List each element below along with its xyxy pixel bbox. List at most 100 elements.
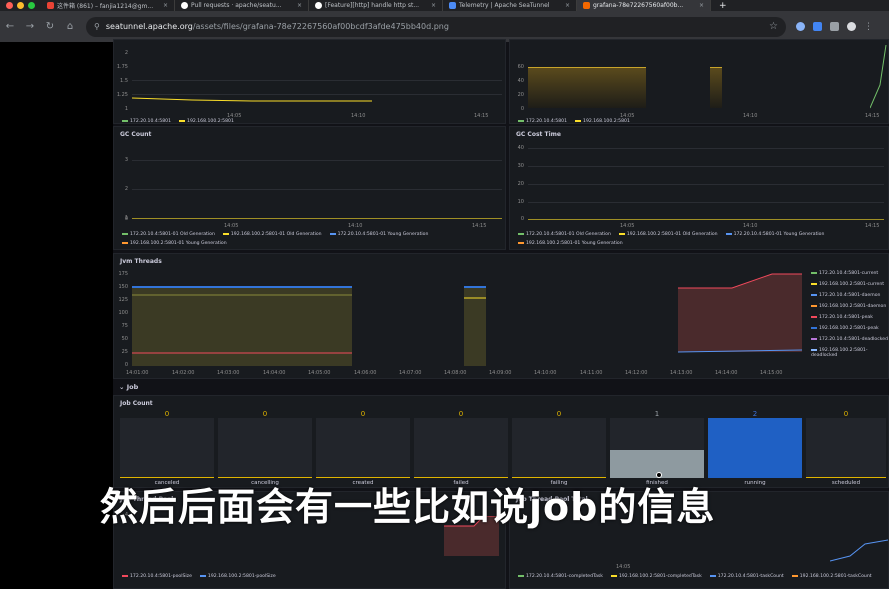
maximize-window-button[interactable] [28,2,35,9]
series-line-yellow [132,218,502,219]
legend-item[interactable]: 192.168.100.2:5801-01 Old Generation [222,232,322,237]
legend-label: 172.20.10.4:5801-deadlocked [819,337,888,342]
x-tick: 14:15 [472,223,487,229]
legend-swatch [811,348,817,351]
legend-item[interactable]: 192.168.100.2:5801 [575,119,630,124]
legend-item[interactable]: 172.20.10.4:5801-taskCount [709,574,784,579]
browser-tab[interactable]: [Feature][http] handle http st... × [309,0,443,11]
legend-item[interactable]: 192.168.100.2:5801-peak [811,326,888,331]
close-window-button[interactable] [6,2,13,9]
legend-item[interactable]: 192.168.100.2:5801-01 Old Generation [618,232,718,237]
legend-item[interactable]: 192.168.100.2:5801-current [811,282,888,287]
legend-swatch [811,315,817,318]
legend-item[interactable]: 172.20.10.4:5801-daemon [811,293,888,298]
x-tick: 14:04:00 [263,370,286,376]
tab-label: 这件箱 (861) – fanjia1214@gm... [57,3,154,10]
browser-tab[interactable]: Pull requests · apache/seatu... × [175,0,309,11]
browser-tab[interactable]: 这件箱 (861) – fanjia1214@gm... × [41,0,175,11]
y-tick: 25 [121,349,128,355]
legend-item[interactable]: 172.20.10.4:5801 [122,119,171,124]
legend-item[interactable]: 192.168.100.2:5801-poolSize [199,574,276,579]
legend-label: 192.168.100.2:5801-peak [819,326,879,331]
bookmark-star-icon[interactable]: ☆ [769,21,778,32]
legend-label: 172.20.10.4:5801 [130,119,172,124]
stat-label: scheduled [831,480,861,486]
close-tab-icon[interactable]: × [431,2,436,9]
legend-item[interactable]: 192.168.100.2:5801-daemon [811,304,888,309]
series-line-peak [132,286,352,288]
stat-value: 0 [360,410,366,418]
url-path: /assets/files/grafana-78e72267560af00bcd… [192,22,449,31]
gridline [528,166,884,167]
close-tab-icon[interactable]: × [297,2,302,9]
legend-swatch [811,293,817,296]
x-tick: 14:10 [743,223,758,229]
stat-value: 1 [654,410,660,418]
legend-swatch [179,119,186,122]
panel-jvm-threads: Jvm Threads 175 150 125 100 75 50 25 0 1… [113,253,889,379]
gridline [132,189,502,190]
new-tab-button[interactable]: + [711,1,735,11]
browser-tab[interactable]: Telemetry | Apache SeaTunnel × [443,0,577,11]
panel-title: Jvm Threads [120,258,162,265]
legend-swatch [709,574,716,577]
legend-label: 172.20.10.4:5801-01 Old Generation [130,232,215,237]
browser-tab-active[interactable]: grafana-78e72267560af00b... × [577,0,711,11]
legend-item[interactable]: 172.20.10.4:5801-poolSize [122,574,192,579]
legend-item[interactable]: 192.168.100.2:5801-01 Young Generation [122,241,227,246]
y-tick: 40 [517,145,524,151]
profile-avatar[interactable] [847,22,856,31]
close-tab-icon[interactable]: × [565,2,570,9]
close-tab-icon[interactable]: × [163,2,168,9]
legend-item[interactable]: 172.20.10.4:5801-completedTask [518,574,603,579]
stat-failed[interactable]: 0 failed [414,410,508,486]
grafana-icon [583,2,590,9]
legend-item[interactable]: 172.20.10.4:5801-current [811,271,888,276]
stat-scheduled[interactable]: 0 scheduled [806,410,886,486]
legend-item[interactable]: 172.20.10.4:5801-01 Young Generation [329,232,428,237]
back-icon[interactable]: ← [0,21,20,32]
legend-item[interactable]: 192.168.100.2:5801-completedTask [610,574,702,579]
stat-failing[interactable]: 0 failing [512,410,606,486]
row-collapse-job[interactable]: ⌄ Job [119,383,138,391]
close-tab-icon[interactable]: × [699,2,704,9]
minimize-window-button[interactable] [17,2,24,9]
legend-swatch [811,304,817,307]
site-info-icon[interactable]: ⚲ [94,22,100,31]
home-icon[interactable]: ⌂ [60,21,80,32]
legend-item[interactable]: 192.168.100.2:5801 [179,119,234,124]
legend-item[interactable]: 192.168.100.2:5801-deadlocked [811,348,888,358]
x-tick: 14:15 [474,113,489,119]
legend-label: 172.20.10.4:5801-current [819,271,879,276]
legend-item[interactable]: 192.168.100.2:5801-01 Young Generation [518,241,623,246]
legend-label: 192.168.100.2:5801-current [819,282,885,287]
legend-item[interactable]: 172.20.10.4:5801-peak [811,315,888,320]
y-tick: 10 [517,199,524,205]
stat-finished[interactable]: 1 finished [610,410,704,486]
x-tick: 14:12:00 [625,370,648,376]
legend-item[interactable]: 172.20.10.4:5801-01 Old Generation [518,232,611,237]
stat-running[interactable]: 2 running [708,410,802,486]
stat-created[interactable]: 0 created [316,410,410,486]
x-tick: 14:10:00 [534,370,557,376]
stat-canceled[interactable]: 0 canceled [120,410,214,486]
translate-icon[interactable] [813,22,822,31]
legend-item[interactable]: 172.20.10.4:5801-01 Young Generation [725,232,824,237]
panel-title: Job Count [120,400,153,407]
extension-icon[interactable] [796,22,805,31]
legend-item[interactable]: 172.20.10.4:5801-deadlocked [811,337,888,342]
menu-kebab-icon[interactable]: ⋮ [864,22,873,32]
y-tick: 1.5 [120,78,128,84]
gmail-icon [47,2,54,9]
legend: 172.20.10.4:5801-01 Old Generation 192.1… [518,232,824,237]
reload-icon[interactable]: ↻ [40,21,60,32]
legend-item[interactable]: 172.20.10.4:5801 [518,119,567,124]
legend-item[interactable]: 192.168.100.2:5801-taskCount [791,574,872,579]
forward-icon[interactable]: → [20,21,40,32]
legend-item[interactable]: 172.20.10.4:5801-01 Old Generation [122,232,215,237]
panel-gc-count: GC Count 3 2 1 0 14:05 14:10 14:15 172.2… [113,126,506,250]
stat-cancelling[interactable]: 0 cancelling [218,410,312,486]
legend: 172.20.10.4:5801 192.168.100.2:5801 [122,119,234,124]
puzzle-icon[interactable] [830,22,839,31]
url-input[interactable]: ⚲ seatunnel.apache.org/assets/files/graf… [86,16,786,37]
